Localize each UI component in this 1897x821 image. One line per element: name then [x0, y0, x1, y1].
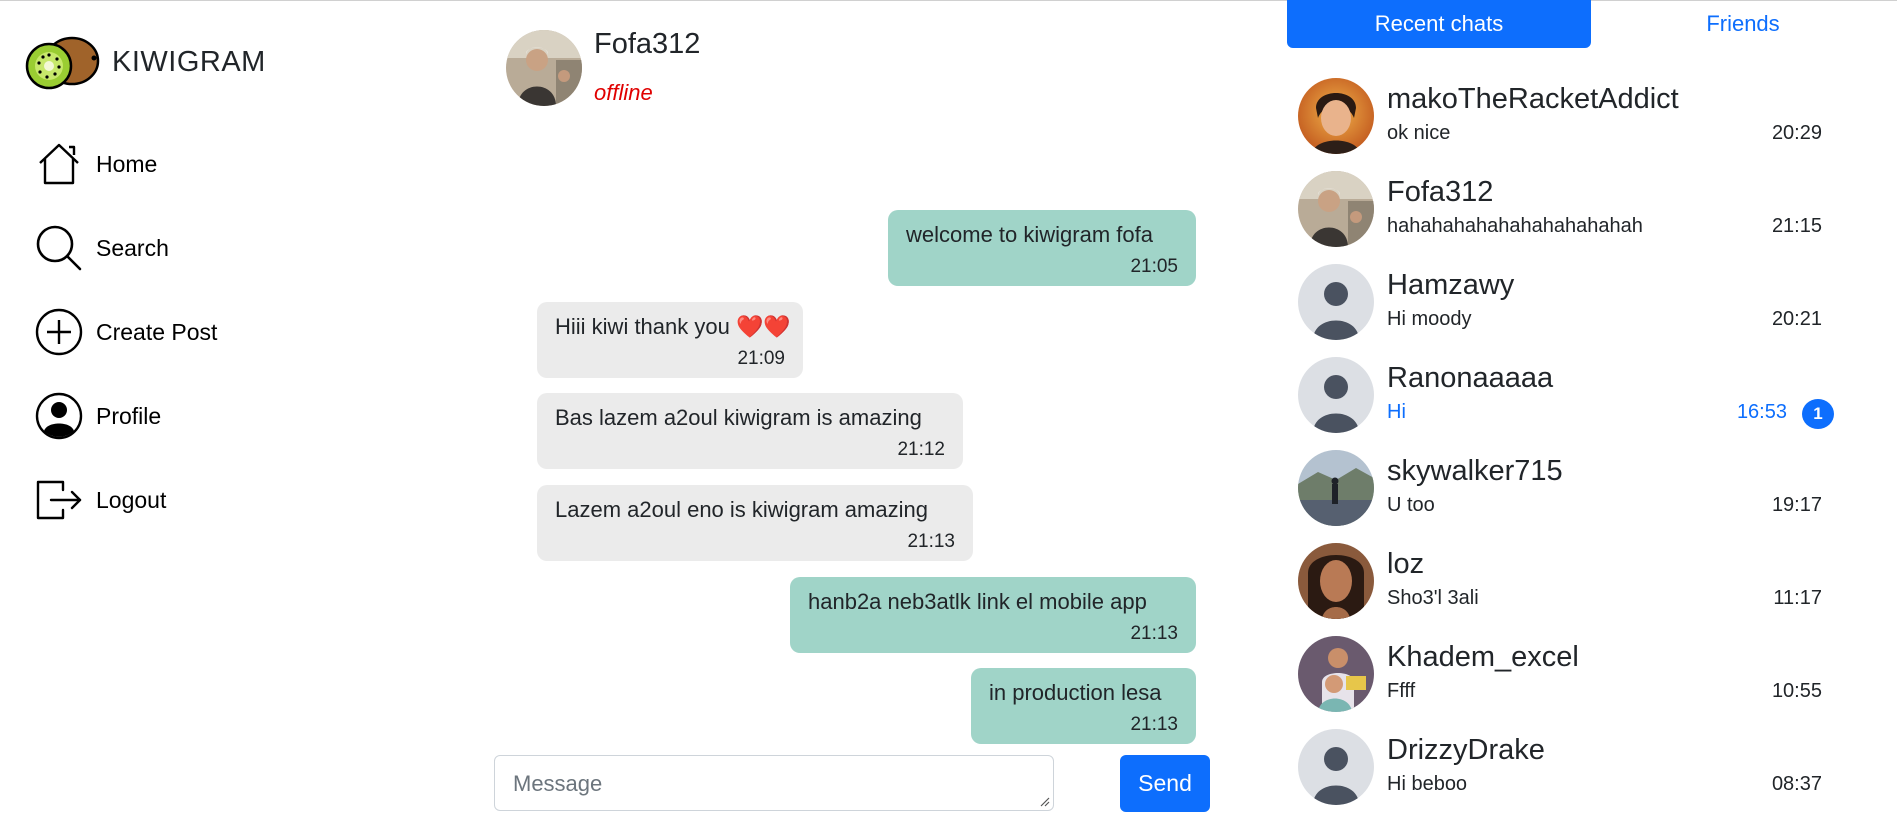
message-text: Bas lazem a2oul kiwigram is amazing [555, 405, 922, 430]
sidebar-item-search[interactable]: Search [34, 206, 217, 290]
chat-list-preview: hahahahahahahahahahahah [1387, 215, 1643, 237]
avatar [1298, 636, 1374, 712]
chat-list-name: Hamzawy [1387, 269, 1515, 301]
chat-list-preview: ok nice [1387, 122, 1451, 144]
kiwi-logo-icon [25, 36, 100, 90]
sidebar-nav: Home Search Create Post Profile Logout [34, 122, 217, 542]
chat-list-item[interactable]: Fofa312 hahahahahahahahahahahah 21:15 [1298, 170, 1838, 263]
chat-list-preview: Ffff [1387, 680, 1416, 702]
message-list[interactable]: welcome to kiwigram fofa 21:05 Hiii kiwi… [520, 200, 1200, 745]
default-avatar-icon [1298, 357, 1374, 433]
sidebar-item-label: Home [96, 150, 158, 177]
brand[interactable]: KIWIGRAM [22, 32, 266, 92]
chat-list-item[interactable]: makoTheRacketAddict ok nice 20:29 [1298, 77, 1838, 170]
message-bubble-incoming: Lazem a2oul eno is kiwigram amazing 21:1… [537, 485, 973, 561]
user-circle-icon [34, 391, 84, 441]
logout-icon [34, 475, 84, 525]
sidebar-item-logout[interactable]: Logout [34, 458, 217, 542]
avatar [1298, 543, 1374, 619]
message-time: 21:12 [897, 439, 945, 460]
app-name: KIWIGRAM [112, 45, 266, 78]
unread-badge: 1 [1802, 399, 1834, 429]
search-icon [34, 223, 84, 273]
sidebar-item-home[interactable]: Home [34, 122, 217, 206]
chat-list-preview: Sho3'l 3ali [1387, 587, 1479, 609]
message-bubble-outgoing: in production lesa 21:13 [971, 668, 1196, 744]
home-icon [34, 139, 84, 189]
chat-list-name: loz [1387, 548, 1425, 580]
message-time: 21:05 [1130, 256, 1178, 277]
chat-list-time: 19:17 [1771, 494, 1822, 516]
chat-list-time: 10:55 [1771, 680, 1822, 702]
message-time: 21:09 [737, 348, 785, 369]
chat-contact-name: Fofa312 [594, 28, 701, 60]
chat-list-time: 20:21 [1771, 308, 1822, 330]
message-input[interactable] [495, 756, 1053, 810]
chat-list-time: 16:53 [1736, 401, 1787, 423]
chat-list-time: 20:29 [1771, 122, 1822, 144]
message-text: hanb2a neb3atlk link el mobile app [808, 589, 1147, 614]
tab-friends[interactable]: Friends [1591, 0, 1895, 48]
chat-list-preview: Hi [1387, 401, 1406, 423]
chat-list-item[interactable]: loz Sho3'l 3ali 11:17 [1298, 542, 1838, 635]
chat-list-item[interactable]: DrizzyDrake Hi beboo 08:37 [1298, 728, 1838, 821]
sidebar-item-label: Create Post [96, 318, 218, 345]
message-bubble-incoming: Bas lazem a2oul kiwigram is amazing 21:1… [537, 393, 963, 469]
sidebar-item-label: Logout [96, 486, 167, 513]
sidebar-item-profile[interactable]: Profile [34, 374, 217, 458]
chat-list-time: 21:15 [1771, 215, 1822, 237]
message-input-wrapper [494, 755, 1054, 811]
plus-circle-icon [34, 307, 84, 357]
sidebar-item-label: Profile [96, 402, 162, 429]
chat-list-item[interactable]: Ranonaaaaa Hi 16:53 1 [1298, 356, 1838, 449]
resize-grip-icon[interactable] [1038, 795, 1050, 807]
chat-tabs: Recent chats Friends [1287, 0, 1897, 48]
chat-list-item[interactable]: Khadem_excel Ffff 10:55 [1298, 635, 1838, 728]
send-button[interactable]: Send [1120, 755, 1210, 812]
message-time: 21:13 [1130, 623, 1178, 644]
chat-list-name: Ranonaaaaa [1387, 362, 1554, 394]
avatar [1298, 450, 1374, 526]
chat-list-time: 11:17 [1773, 587, 1822, 609]
chat-list-name: skywalker715 [1387, 455, 1563, 487]
chat-list-preview: Hi beboo [1387, 773, 1468, 795]
chat-list-item[interactable]: Hamzawy Hi moody 20:21 [1298, 263, 1838, 356]
chat-status: offline [594, 80, 653, 105]
default-avatar-icon [1298, 729, 1374, 805]
chat-avatar[interactable] [506, 30, 582, 106]
sidebar-item-create-post[interactable]: Create Post [34, 290, 217, 374]
chat-list-name: Khadem_excel [1387, 641, 1579, 673]
chat-list-preview: Hi moody [1387, 308, 1472, 330]
sidebar-item-label: Search [96, 234, 169, 261]
chat-list-name: Fofa312 [1387, 176, 1494, 208]
message-bubble-incoming: Hiii kiwi thank you ❤️❤️ 21:09 [537, 302, 803, 378]
avatar [1298, 171, 1374, 247]
message-bubble-outgoing: hanb2a neb3atlk link el mobile app 21:13 [790, 577, 1196, 653]
tab-recent-chats[interactable]: Recent chats [1287, 0, 1591, 48]
message-text: in production lesa [989, 680, 1162, 705]
chat-list-name: DrizzyDrake [1387, 734, 1545, 766]
message-text: Lazem a2oul eno is kiwigram amazing [555, 497, 928, 522]
message-text: Hiii kiwi thank you ❤️❤️ [555, 314, 791, 339]
default-avatar-icon [1298, 264, 1374, 340]
message-text: welcome to kiwigram fofa [906, 222, 1153, 247]
chat-list-item[interactable]: skywalker715 U too 19:17 [1298, 449, 1838, 542]
avatar [1298, 78, 1374, 154]
chat-list-preview: U too [1387, 494, 1435, 516]
chat-list-time: 08:37 [1771, 773, 1822, 795]
chat-list-name: makoTheRacketAddict [1387, 83, 1679, 115]
message-time: 21:13 [907, 531, 955, 552]
message-bubble-outgoing: welcome to kiwigram fofa 21:05 [888, 210, 1196, 286]
message-time: 21:13 [1130, 714, 1178, 735]
